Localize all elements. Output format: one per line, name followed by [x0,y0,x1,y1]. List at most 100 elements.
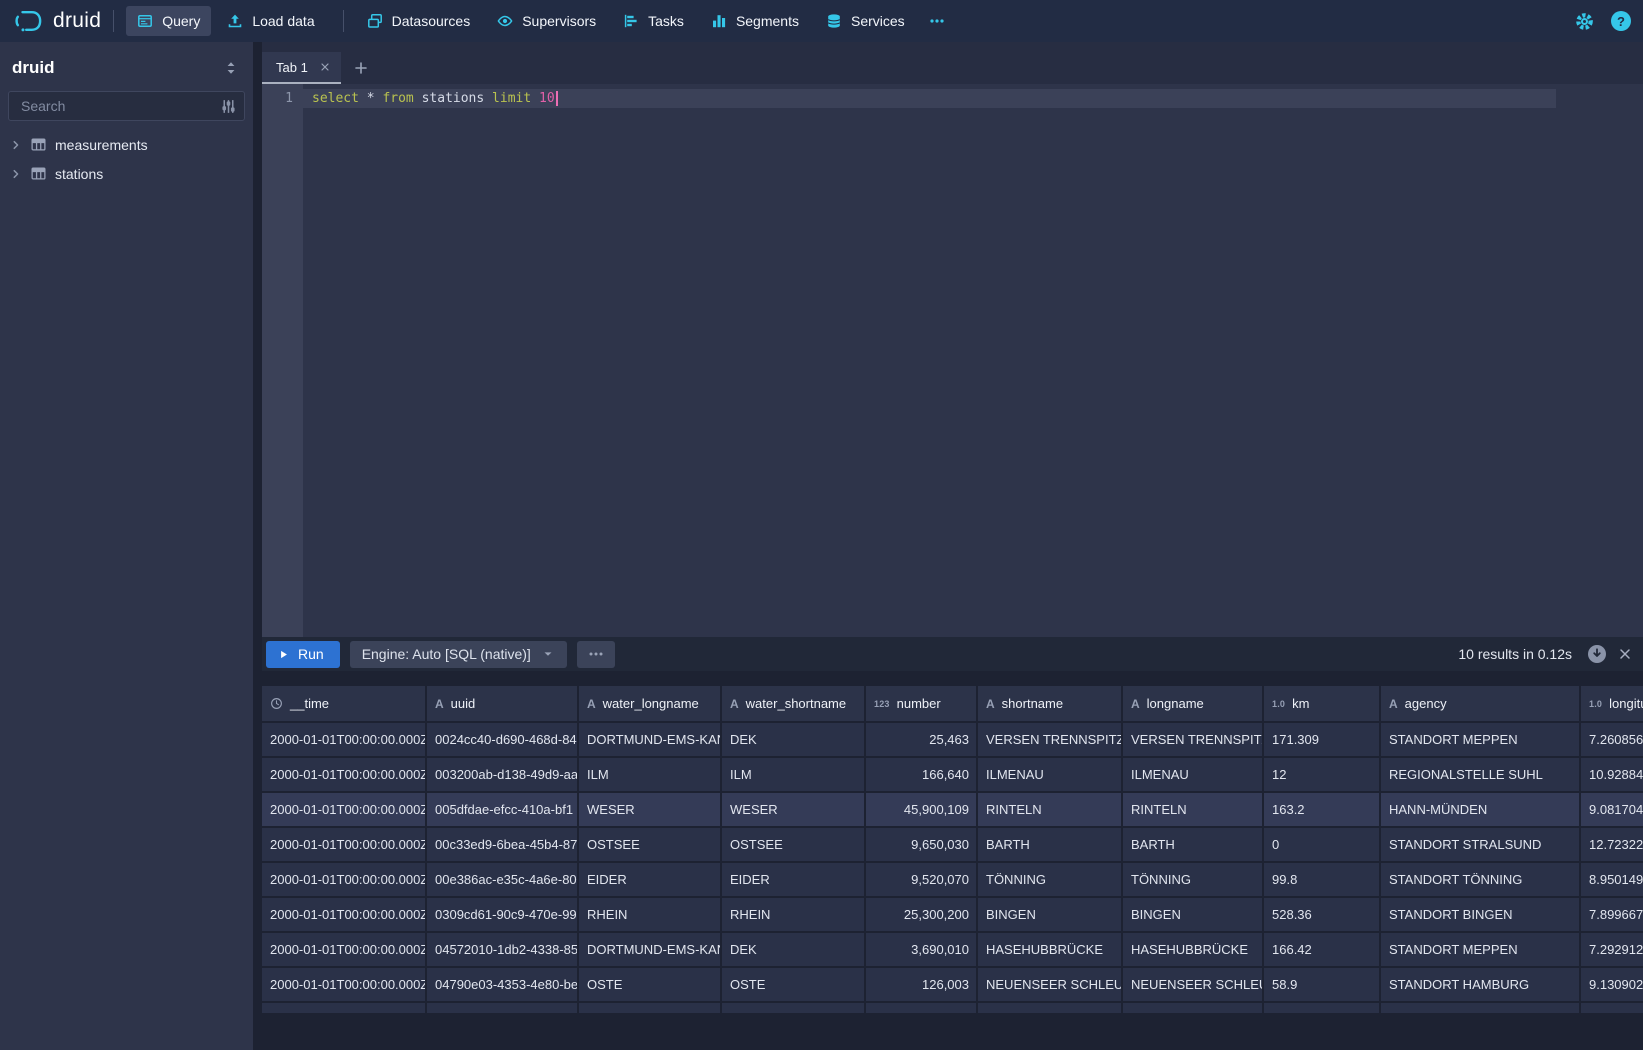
cell[interactable]: WESER [579,793,722,828]
code-area[interactable]: select * from stations limit 10 [303,84,1643,637]
cell[interactable]: ILM [579,758,722,793]
cell[interactable]: 25,300,200 [866,898,978,933]
cell[interactable]: OSTE [579,968,722,1003]
cell[interactable]: NEUENSEER SCHLEUSEN [1123,968,1264,1003]
sidebar-table-measurements[interactable]: measurements [0,130,253,159]
cell[interactable]: 99.8 [1264,863,1381,898]
column-header-water_longname[interactable]: Awater_longname [579,686,722,723]
cell[interactable]: DORTMUND-EMS-KANAL [579,933,722,968]
cell[interactable]: 163.2 [1264,793,1381,828]
cell[interactable]: 12.723220 [1581,828,1643,863]
column-header-shortname[interactable]: Ashortname [978,686,1123,723]
cell[interactable]: 126,003 [866,968,978,1003]
query-more-button[interactable] [577,641,615,668]
cell[interactable]: 2000-01-01T00:00:00.000Z [262,863,427,898]
cell[interactable]: 9.081704 [1581,793,1643,828]
close-results-icon[interactable] [1617,646,1633,662]
run-button[interactable]: Run [266,641,340,668]
settings-gear-icon[interactable] [1573,10,1596,33]
cell[interactable]: 8.950149 [1581,863,1643,898]
help-icon[interactable]: ? [1611,11,1631,31]
cell[interactable]: EIDER [722,863,866,898]
cell[interactable]: 12 [1264,758,1381,793]
cell[interactable]: 0309cd61-90c9-470e-99 [427,898,579,933]
cell[interactable]: EIDER [579,863,722,898]
nav-item-supervisors[interactable]: Supervisors [486,6,607,36]
cell[interactable]: HASEHUBBRÜCKE [978,933,1123,968]
cell[interactable]: 25,463 [866,723,978,758]
nav-item-tasks[interactable]: Tasks [612,6,695,36]
search-input[interactable] [19,97,220,115]
druid-logo[interactable]: druid [14,8,101,34]
cell[interactable]: OSTE [722,968,866,1003]
column-header-longname[interactable]: Alongname [1123,686,1264,723]
sql-line[interactable]: select * from stations limit 10 [303,89,1556,108]
cell[interactable]: NEUENSEER SCHLEUSEN [978,968,1123,1003]
cell[interactable]: DORTMUND-EMS-KANAL [579,723,722,758]
nav-item-datasources[interactable]: Datasources [356,6,482,36]
cell[interactable]: ILMENAU [978,758,1123,793]
cell[interactable]: BARTH [1123,828,1264,863]
cell[interactable]: 171.309 [1264,723,1381,758]
cell[interactable]: 2000-01-01T00:00:00.000Z [262,968,427,1003]
cell[interactable]: 45,900,109 [866,793,978,828]
cell[interactable]: STANDORT TÖNNING [1381,863,1581,898]
cell[interactable]: TÖNNING [978,863,1123,898]
cell[interactable]: DEK [722,933,866,968]
filter-sliders-icon[interactable] [220,98,237,115]
nav-item-services[interactable]: Services [815,6,916,36]
cell[interactable]: 2000-01-01T00:00:00.000Z [262,933,427,968]
cell[interactable]: 04790e03-4353-4e80-be [427,968,579,1003]
column-header-km[interactable]: 1.0km [1264,686,1381,723]
cell[interactable]: 2000-01-01T00:00:00.000Z [262,723,427,758]
cell[interactable]: RHEIN [579,898,722,933]
cell[interactable]: 003200ab-d138-49d9-aa [427,758,579,793]
cell[interactable]: VERSEN TRENNSPITZE [978,723,1123,758]
cell[interactable]: BINGEN [978,898,1123,933]
sidebar-table-stations[interactable]: stations [0,159,253,188]
cell[interactable]: 04572010-1db2-4338-85 [427,933,579,968]
nav-item-more[interactable] [921,6,953,36]
cell[interactable]: 9.130902 [1581,968,1643,1003]
cell[interactable]: WESER [722,793,866,828]
sql-editor[interactable]: 1 select * from stations limit 10 [262,84,1643,637]
cell[interactable]: 7.292912 [1581,933,1643,968]
cell[interactable]: 2000-01-01T00:00:00.000Z [262,898,427,933]
close-tab-icon[interactable] [319,61,331,73]
schema-selector[interactable]: druid [0,56,253,80]
cell[interactable]: 0024cc40-d690-468d-84 [427,723,579,758]
cell[interactable]: 2000-01-01T00:00:00.000Z [262,793,427,828]
cell[interactable]: HASEHUBBRÜCKE [1123,933,1264,968]
column-header-longitude[interactable]: 1.0longitude [1581,686,1643,723]
pane-divider[interactable] [253,42,262,1050]
cell[interactable]: 166.42 [1264,933,1381,968]
cell[interactable]: ILM [722,758,866,793]
cell[interactable]: OSTSEE [722,828,866,863]
cell[interactable]: 9,520,070 [866,863,978,898]
cell[interactable]: 00c33ed9-6bea-45b4-87 [427,828,579,863]
column-header-uuid[interactable]: Auuid [427,686,579,723]
cell[interactable]: BINGEN [1123,898,1264,933]
cell[interactable]: DEK [722,723,866,758]
nav-item-segments[interactable]: Segments [700,6,810,36]
cell[interactable]: OSTSEE [579,828,722,863]
cell[interactable]: ILMENAU [1123,758,1264,793]
column-header-number[interactable]: 123number [866,686,978,723]
cell[interactable]: STANDORT STRALSUND [1381,828,1581,863]
cell[interactable]: 2000-01-01T00:00:00.000Z [262,828,427,863]
cell[interactable]: STANDORT MEPPEN [1381,933,1581,968]
cell[interactable]: 10.928844 [1581,758,1643,793]
cell[interactable]: BARTH [978,828,1123,863]
nav-item-query[interactable]: Query [126,6,211,36]
cell[interactable]: RHEIN [722,898,866,933]
query-tab[interactable]: Tab 1 [262,52,341,84]
column-header-agency[interactable]: Aagency [1381,686,1581,723]
cell[interactable]: 528.36 [1264,898,1381,933]
cell[interactable]: HANN-MÜNDEN [1381,793,1581,828]
cell[interactable]: 7.899667 [1581,898,1643,933]
cell[interactable]: 58.9 [1264,968,1381,1003]
cell[interactable]: 00e386ac-e35c-4a6e-80 [427,863,579,898]
cell[interactable]: 005dfdae-efcc-410a-bf1 [427,793,579,828]
new-tab-icon[interactable] [341,52,381,84]
cell[interactable]: STANDORT BINGEN [1381,898,1581,933]
